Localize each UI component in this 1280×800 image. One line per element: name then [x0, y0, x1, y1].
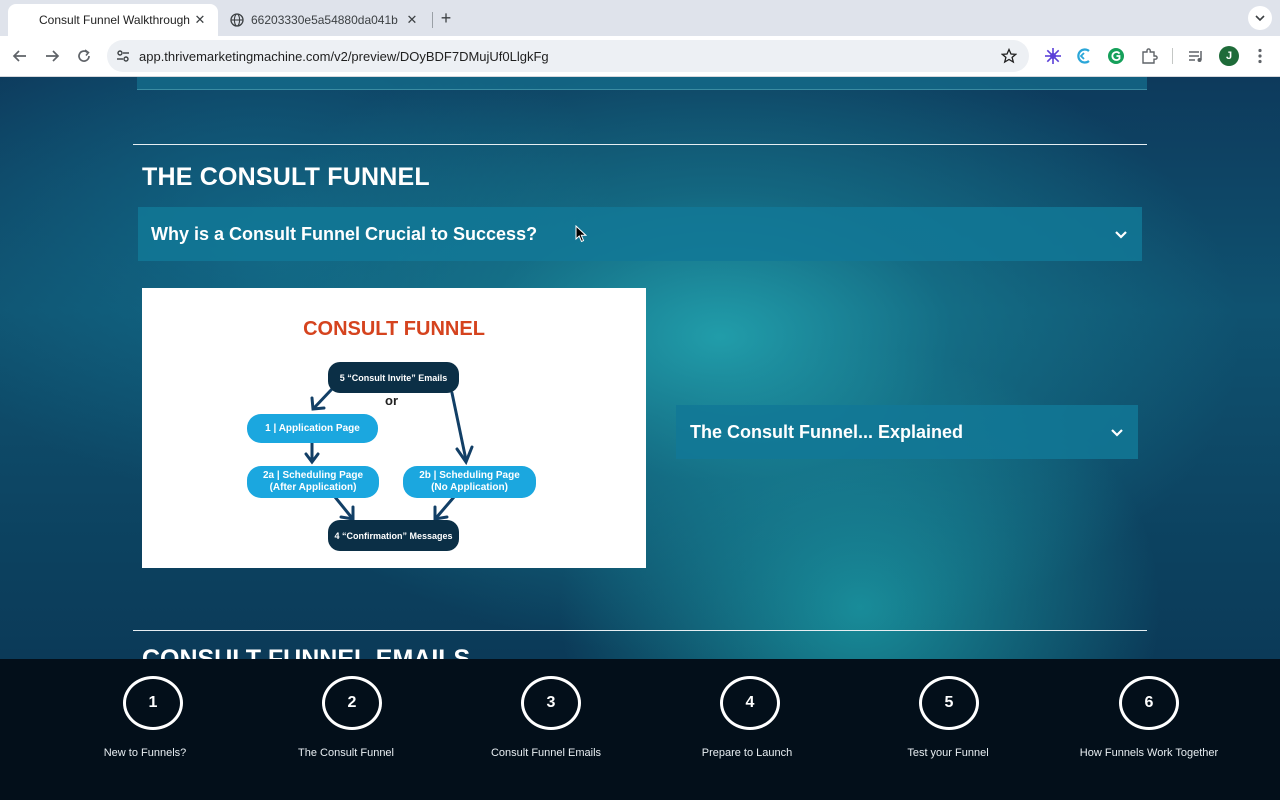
tab-search-chevron-icon[interactable] — [1248, 6, 1272, 30]
node-scheduling-page-2b: 2b | Scheduling Page (No Application) — [403, 466, 536, 498]
node-application-page: 1 | Application Page — [247, 414, 378, 443]
chevron-down-icon[interactable] — [1114, 227, 1128, 241]
site-settings-icon[interactable] — [115, 48, 131, 69]
tab-title: 66203330e5a54880da041b — [251, 13, 398, 27]
extensions-puzzle-icon[interactable] — [1139, 46, 1159, 66]
accordion-label: The Consult Funnel... Explained — [690, 421, 964, 442]
url-text: app.thrivemarketingmachine.com/v2/previe… — [139, 49, 549, 64]
arrow-invite-to-application — [312, 387, 334, 410]
chevron-down-icon[interactable] — [1110, 425, 1124, 439]
address-bar[interactable]: app.thrivemarketingmachine.com/v2/previe… — [107, 40, 1029, 72]
step-how-funnels-work-together[interactable]: 6 How Funnels Work Together — [1049, 659, 1249, 800]
back-arrow-icon[interactable] — [10, 46, 30, 66]
previous-accordion-panel — [137, 77, 1147, 90]
or-label: or — [385, 393, 398, 408]
close-tab-icon[interactable]: ✕ — [404, 12, 420, 28]
consult-funnel-diagram: CONSULT FUNNEL 5 “Consult Invite” Emails… — [142, 288, 646, 568]
mouse-cursor-icon — [575, 224, 588, 248]
step-number-circle[interactable]: 4 — [720, 676, 780, 730]
accordion-consult-funnel-explained[interactable]: The Consult Funnel... Explained — [676, 405, 1138, 459]
new-tab-icon[interactable]: + — [436, 8, 456, 28]
step-prepare-to-launch[interactable]: 4 Prepare to Launch — [650, 659, 850, 800]
globe-icon — [230, 13, 244, 30]
step-number-circle[interactable]: 5 — [919, 676, 979, 730]
section-title: THE CONSULT FUNNEL — [142, 163, 430, 191]
step-number-circle[interactable]: 1 — [123, 676, 183, 730]
node-confirmation-messages: 4 “Confirmation” Messages — [328, 520, 459, 551]
menu-kebab-icon[interactable] — [1250, 46, 1270, 66]
toolbar-separator — [1172, 48, 1173, 64]
step-label[interactable]: Consult Funnel Emails — [446, 747, 646, 759]
arrow-2a-to-confirmation — [333, 495, 354, 520]
profile-avatar[interactable]: J — [1219, 46, 1239, 66]
node-line: (After Application) — [269, 482, 357, 493]
reading-list-icon[interactable] — [1186, 46, 1206, 66]
browser-tab-strip: Consult Funnel Walkthrough ✕ 66203330e5a… — [0, 0, 1280, 36]
step-label[interactable]: Prepare to Launch — [647, 747, 847, 759]
section-divider — [133, 144, 1147, 145]
tab-second[interactable]: 66203330e5a54880da041b ✕ — [222, 4, 430, 36]
step-label[interactable]: The Consult Funnel — [246, 747, 446, 759]
tab-consult-funnel-walkthrough[interactable]: Consult Funnel Walkthrough ✕ — [8, 4, 218, 36]
step-consult-funnel-emails[interactable]: 3 Consult Funnel Emails — [451, 659, 651, 800]
step-test-your-funnel[interactable]: 5 Test your Funnel — [849, 659, 1049, 800]
step-navigation: 1 New to Funnels? 2 The Consult Funnel 3… — [0, 659, 1280, 800]
extension-grammarly-icon[interactable] — [1106, 46, 1126, 66]
step-label[interactable]: New to Funnels? — [45, 747, 245, 759]
step-label[interactable]: How Funnels Work Together — [1049, 747, 1249, 759]
page-content: THE CONSULT FUNNEL Why is a Consult Funn… — [0, 77, 1280, 659]
reload-icon[interactable] — [74, 46, 94, 66]
accordion-why-consult-funnel[interactable]: Why is a Consult Funnel Crucial to Succe… — [138, 207, 1142, 261]
step-the-consult-funnel[interactable]: 2 The Consult Funnel — [252, 659, 452, 800]
section-divider — [133, 630, 1147, 631]
extension-sunburst-icon[interactable] — [1043, 46, 1063, 66]
step-number-circle[interactable]: 3 — [521, 676, 581, 730]
node-consult-invite-emails: 5 “Consult Invite” Emails — [328, 362, 459, 393]
step-new-to-funnels[interactable]: 1 New to Funnels? — [53, 659, 253, 800]
tab-separator — [432, 12, 433, 28]
step-number-circle[interactable]: 2 — [322, 676, 382, 730]
close-tab-icon[interactable]: ✕ — [192, 12, 208, 28]
arrow-2b-to-confirmation — [434, 495, 456, 520]
next-section-title: CONSULT FUNNEL EMAILS — [142, 645, 471, 659]
step-label[interactable]: Test your Funnel — [848, 747, 1048, 759]
forward-arrow-icon[interactable] — [42, 46, 62, 66]
step-number-circle[interactable]: 6 — [1119, 676, 1179, 730]
node-scheduling-page-2a: 2a | Scheduling Page (After Application) — [247, 466, 379, 498]
bookmark-star-icon[interactable] — [1000, 47, 1018, 69]
node-line: 2a | Scheduling Page — [262, 470, 364, 481]
browser-toolbar: app.thrivemarketingmachine.com/v2/previe… — [0, 36, 1280, 77]
extension-c-icon[interactable] — [1074, 46, 1094, 66]
node-line: (No Application) — [431, 482, 508, 493]
tab-title: Consult Funnel Walkthrough — [39, 13, 190, 27]
accordion-label: Why is a Consult Funnel Crucial to Succe… — [151, 223, 538, 244]
node-line: 2b | Scheduling Page — [419, 470, 520, 481]
